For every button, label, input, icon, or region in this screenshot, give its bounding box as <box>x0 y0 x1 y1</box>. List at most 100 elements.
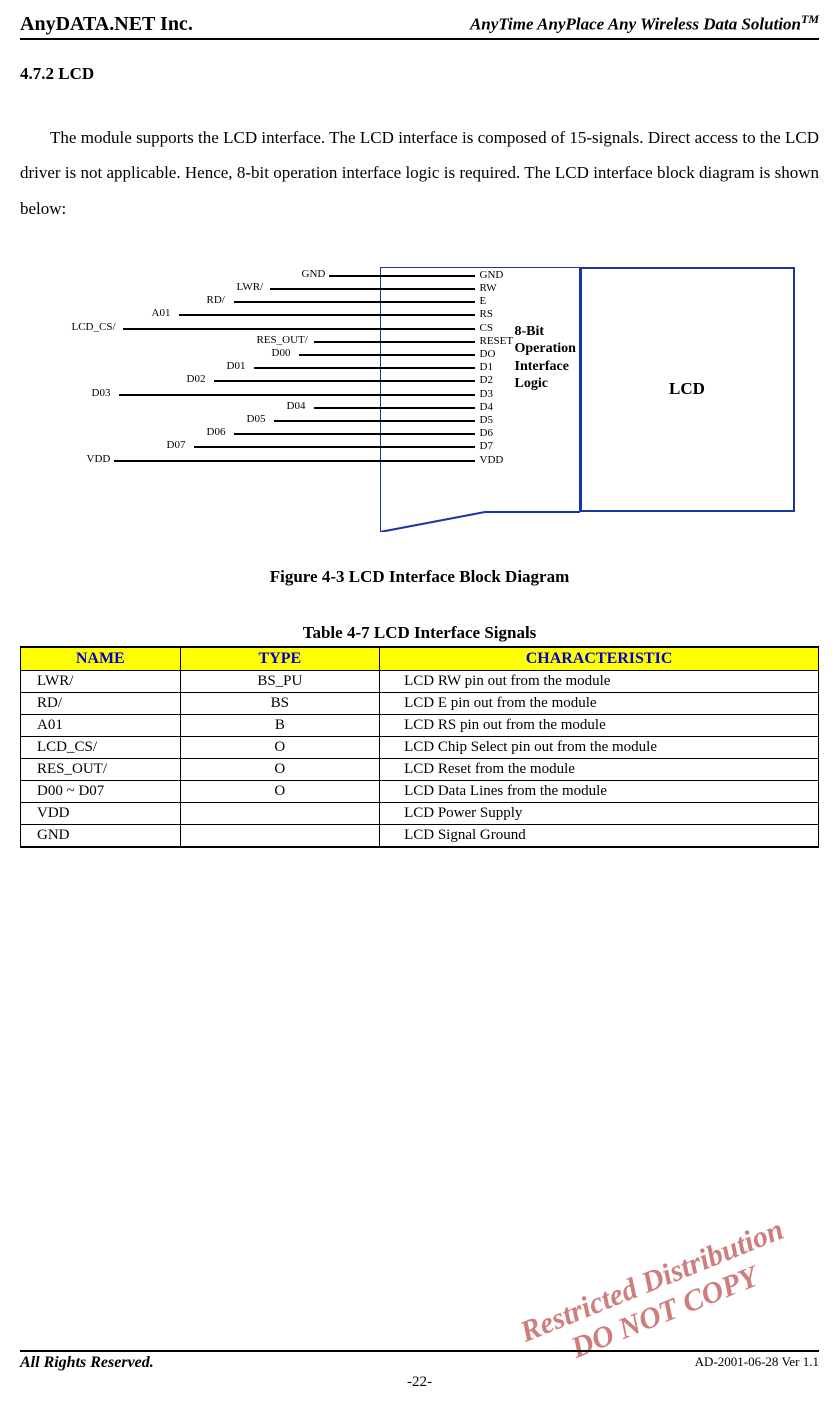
lcd-box: LCD <box>580 267 795 512</box>
tagline-text: AnyTime AnyPlace Any Wireless Data Solut… <box>470 15 801 34</box>
pin-label: RS <box>480 308 493 320</box>
cell-characteristic: LCD Data Lines from the module <box>380 780 819 802</box>
cell-name: D00 ~ D07 <box>21 780 181 802</box>
cell-name: GND <box>21 824 181 847</box>
table-row: D00 ~ D07OLCD Data Lines from the module <box>21 780 819 802</box>
signal-label: D05 <box>247 413 266 425</box>
signal-line <box>329 275 475 277</box>
signal-line <box>123 328 475 330</box>
cell-characteristic: LCD RS pin out from the module <box>380 714 819 736</box>
signal-label: A01 <box>152 307 171 319</box>
cell-type: O <box>180 736 380 758</box>
signal-label: GND <box>302 268 326 280</box>
cell-type: BS_PU <box>180 670 380 692</box>
th-name: NAME <box>21 647 181 671</box>
watermark-line1: Restricted Distribution <box>516 1213 789 1350</box>
signal-line <box>254 367 475 369</box>
pin-label: D2 <box>480 374 493 386</box>
footer-line: All Rights Reserved. AD-2001-06-28 Ver 1… <box>20 1350 819 1372</box>
cell-type: B <box>180 714 380 736</box>
cell-name: VDD <box>21 802 181 824</box>
tagline-tm: TM <box>801 12 819 26</box>
table-header-row: NAME TYPE CHARACTERISTIC <box>21 647 819 671</box>
signal-line <box>234 301 475 303</box>
lcd-label: LCD <box>669 379 705 399</box>
cell-type <box>180 802 380 824</box>
cell-characteristic: LCD E pin out from the module <box>380 692 819 714</box>
diagram-canvas: LCD 8-Bit Operation Interface Logic GND G… <box>35 257 805 537</box>
signal-line <box>214 380 475 382</box>
table-row: GND LCD Signal Ground <box>21 824 819 847</box>
cell-name: LWR/ <box>21 670 181 692</box>
pin-label: GND <box>480 269 504 281</box>
company-name: AnyDATA.NET Inc. <box>20 13 193 36</box>
signal-line <box>114 460 475 462</box>
pin-label: CS <box>480 322 493 334</box>
cell-name: LCD_CS/ <box>21 736 181 758</box>
page-footer: All Rights Reserved. AD-2001-06-28 Ver 1… <box>20 1350 819 1391</box>
logic-label: 8-Bit Operation Interface Logic <box>515 323 576 393</box>
cell-characteristic: LCD Signal Ground <box>380 824 819 847</box>
table-caption: Table 4-7 LCD Interface Signals <box>20 623 819 643</box>
table-row: A01BLCD RS pin out from the module <box>21 714 819 736</box>
section-heading: 4.7.2 LCD <box>20 64 819 84</box>
signal-label: D03 <box>92 387 111 399</box>
cell-type: O <box>180 758 380 780</box>
pin-label: D5 <box>480 414 493 426</box>
signal-label: D04 <box>287 400 306 412</box>
signal-label: RES_OUT/ <box>257 334 308 346</box>
page-number: -22- <box>20 1374 819 1391</box>
signal-label: LWR/ <box>237 281 264 293</box>
pin-label: D4 <box>480 401 493 413</box>
signal-line <box>314 341 475 343</box>
table-row: LWR/BS_PULCD RW pin out from the module <box>21 670 819 692</box>
table-row: LCD_CS/OLCD Chip Select pin out from the… <box>21 736 819 758</box>
logic-line3: Interface <box>515 358 576 376</box>
signal-label: D07 <box>167 439 186 451</box>
signal-label: D01 <box>227 360 246 372</box>
figure-caption: Figure 4-3 LCD Interface Block Diagram <box>20 567 819 587</box>
cell-type: O <box>180 780 380 802</box>
table-head: NAME TYPE CHARACTERISTIC <box>21 647 819 671</box>
cell-name: RD/ <box>21 692 181 714</box>
cell-characteristic: LCD RW pin out from the module <box>380 670 819 692</box>
signal-line <box>274 420 475 422</box>
logic-line4: Logic <box>515 375 576 393</box>
cell-characteristic: LCD Reset from the module <box>380 758 819 780</box>
signal-label: D00 <box>272 347 291 359</box>
pin-label: D7 <box>480 440 493 452</box>
cell-characteristic: LCD Power Supply <box>380 802 819 824</box>
logic-line1: 8-Bit <box>515 323 576 341</box>
tagline: AnyTime AnyPlace Any Wireless Data Solut… <box>470 12 819 35</box>
logic-line2: Operation <box>515 340 576 358</box>
th-characteristic: CHARACTERISTIC <box>380 647 819 671</box>
cell-type <box>180 824 380 847</box>
body-paragraph: The module supports the LCD interface. T… <box>20 120 819 227</box>
pin-label: DO <box>480 348 496 360</box>
signal-label: D02 <box>187 373 206 385</box>
pin-label: RW <box>480 282 497 294</box>
pin-label: D1 <box>480 361 493 373</box>
page-header: AnyDATA.NET Inc. AnyTime AnyPlace Any Wi… <box>20 12 819 40</box>
th-type: TYPE <box>180 647 380 671</box>
signal-line <box>314 407 475 409</box>
cell-name: RES_OUT/ <box>21 758 181 780</box>
table-row: RD/BSLCD E pin out from the module <box>21 692 819 714</box>
table-row: RES_OUT/OLCD Reset from the module <box>21 758 819 780</box>
footer-left: All Rights Reserved. <box>20 1354 154 1372</box>
signal-line <box>234 433 475 435</box>
signal-line <box>270 288 475 290</box>
pin-label: D3 <box>480 388 493 400</box>
pin-label: E <box>480 295 487 307</box>
pin-label: D6 <box>480 427 493 439</box>
block-diagram: LCD 8-Bit Operation Interface Logic GND G… <box>20 257 819 537</box>
signal-line <box>119 394 475 396</box>
cell-characteristic: LCD Chip Select pin out from the module <box>380 736 819 758</box>
signal-label: D06 <box>207 426 226 438</box>
pin-label: VDD <box>480 454 504 466</box>
footer-right: AD-2001-06-28 Ver 1.1 <box>695 1354 819 1372</box>
signals-table: NAME TYPE CHARACTERISTIC LWR/BS_PULCD RW… <box>20 646 819 848</box>
table-row: VDD LCD Power Supply <box>21 802 819 824</box>
signal-label: VDD <box>87 453 111 465</box>
signal-line <box>299 354 475 356</box>
